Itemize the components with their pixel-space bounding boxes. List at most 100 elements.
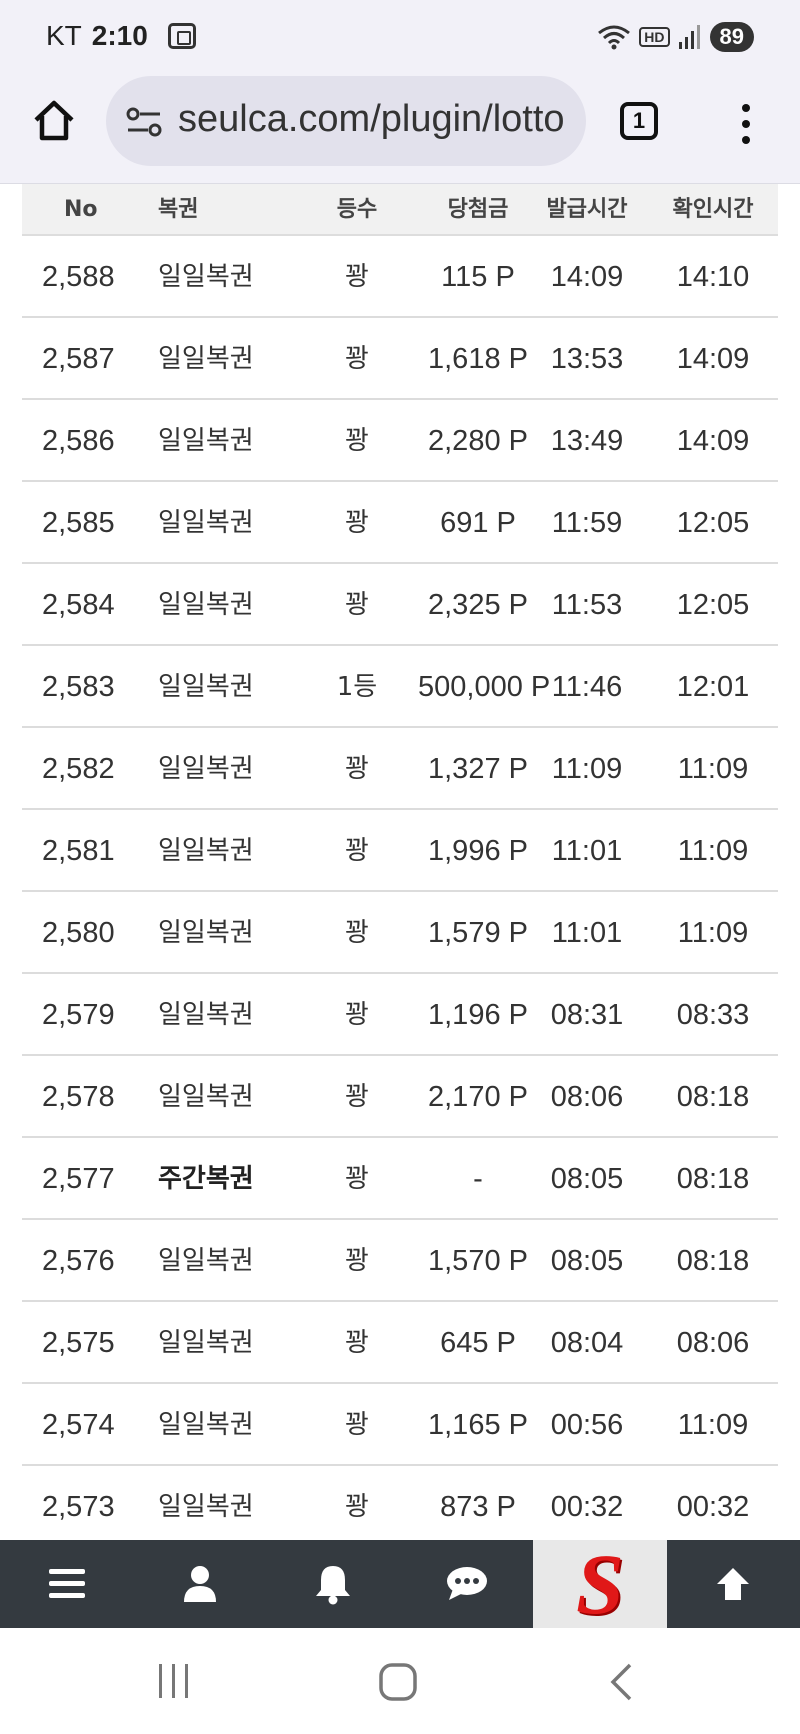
table-row: 2,576 일일복권 꽝 1,570 P 08:05 08:18 [22,1220,778,1302]
rank: 꽝 [345,1082,369,1112]
row-number: 2,586 [42,425,115,457]
chat-button[interactable] [400,1540,533,1628]
lotto-history-table: No 복권 등수 당첨금 발급시간 확인시간 2,588 일일복권 꽝 115 P 14… [22,184,778,1540]
back-icon[interactable] [608,1662,634,1702]
table-row: 2,579 일일복권 꽝 1,196 P 08:31 08:33 [22,974,778,1056]
lottery-type: 주간복권 [158,1164,254,1194]
lottery-type: 일일복권 [158,344,254,374]
table-row: 2,586 일일복권 꽝 2,280 P 13:49 14:09 [22,400,778,482]
checked-time: 11:09 [677,917,749,949]
header-checked-time: 확인시간 [672,197,754,222]
checked-time: 12:01 [676,671,750,703]
prize-amount: 2,170 P [428,1081,528,1113]
rank: 꽝 [345,1410,369,1440]
table-row: 2,577 주간복권 꽝 - 08:05 08:18 [22,1138,778,1220]
status-left: KT 2:10 [46,20,196,52]
checked-time: 14:10 [676,261,750,293]
issued-time: 00:56 [550,1409,624,1441]
checked-time: 08:18 [676,1245,750,1277]
header-type: 복권 [158,197,199,222]
table-row: 2,581 일일복권 꽝 1,996 P 11:01 11:09 [22,810,778,892]
prize-amount: 1,196 P [428,999,528,1031]
row-number: 2,583 [42,671,115,703]
issued-time: 14:09 [550,261,624,293]
issued-time: 11:46 [551,671,623,703]
lottery-type: 일일복권 [158,590,254,620]
site-logo: S [576,1536,624,1632]
lottery-type: 일일복권 [158,508,254,538]
scroll-top-button[interactable] [667,1540,800,1628]
row-number: 2,582 [42,753,115,785]
home-icon[interactable] [30,96,78,144]
table-row: 2,588 일일복권 꽝 115 P 14:09 14:10 [22,236,778,318]
menu-button[interactable] [0,1540,133,1628]
rank: 꽝 [345,426,369,456]
chat-icon [446,1567,487,1600]
table-row: 2,574 일일복권 꽝 1,165 P 00:56 11:09 [22,1384,778,1466]
recent-apps-icon[interactable] [156,1662,192,1700]
checked-time: 11:09 [677,835,749,867]
clock: 2:10 [91,20,148,51]
row-number: 2,573 [42,1491,115,1523]
checked-time: 12:05 [676,589,750,621]
home-nav-icon[interactable] [378,1662,418,1702]
bottom-nav: S [0,1540,800,1628]
system-nav-bar [0,1628,800,1734]
status-right: HD 89 [597,22,754,52]
row-number: 2,575 [42,1327,115,1359]
issued-time: 08:06 [550,1081,624,1113]
prize-amount: 691 P [440,507,516,539]
checked-time: 08:18 [676,1081,750,1113]
header-no: No [64,197,98,222]
checked-time: 00:32 [676,1491,750,1523]
prize-amount: 1,579 P [428,917,528,949]
screen-capture-icon [167,23,196,49]
signal-icon [678,25,700,49]
tab-switcher-button[interactable]: 1 [620,102,658,140]
checked-time: 08:18 [676,1163,750,1195]
row-number: 2,576 [42,1245,115,1277]
rank: 꽝 [345,508,369,538]
lottery-type: 일일복권 [158,1410,254,1440]
prize-amount: 645 P [440,1327,516,1359]
rank: 1등 [336,672,378,702]
prize-amount: 1,996 P [428,835,528,867]
issued-time: 13:49 [550,425,624,457]
rank: 꽝 [345,344,369,374]
rank: 꽝 [345,836,369,866]
row-number: 2,584 [42,589,115,621]
user-button[interactable] [133,1540,266,1628]
rank: 꽝 [345,754,369,784]
rank: 꽝 [345,262,369,292]
row-number: 2,581 [42,835,115,867]
rank: 꽝 [345,590,369,620]
site-settings-icon[interactable] [126,106,162,138]
address-bar[interactable]: seulca.com/plugin/lotto [106,76,586,166]
rank: 꽝 [345,1328,369,1358]
menu-icon [48,1569,85,1598]
prize-amount: 1,618 P [428,343,528,375]
row-number: 2,587 [42,343,115,375]
notification-button[interactable] [267,1540,400,1628]
wifi-icon [598,25,631,50]
more-menu-icon[interactable] [734,100,758,148]
lottery-type: 일일복권 [158,1328,254,1358]
row-number: 2,577 [42,1163,115,1195]
prize-amount: 500,000 P [418,671,551,703]
issued-time: 00:32 [550,1491,624,1523]
row-number: 2,588 [42,261,115,293]
table-row: 2,573 일일복권 꽝 873 P 00:32 00:32 [22,1466,778,1540]
lottery-type: 일일복권 [158,262,254,292]
issued-time: 08:31 [550,999,624,1031]
lottery-type: 일일복권 [158,1082,254,1112]
row-number: 2,585 [42,507,115,539]
prize-amount: - [473,1163,483,1195]
lottery-type: 일일복권 [158,836,254,866]
prize-amount: 1,327 P [428,753,528,785]
rank: 꽝 [345,1000,369,1030]
arrow-up-icon [717,1568,750,1600]
site-logo-button[interactable]: S [533,1536,667,1632]
user-icon [183,1566,216,1602]
prize-amount: 2,280 P [428,425,528,457]
checked-time: 12:05 [676,507,750,539]
